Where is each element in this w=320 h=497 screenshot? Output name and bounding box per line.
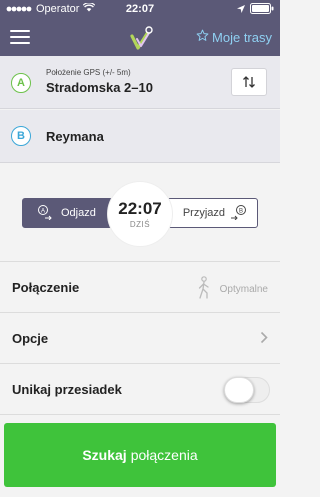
swap-arrows-icon [243,76,255,88]
chevron-right-icon [260,331,268,349]
departure-label: Odjazd [61,207,96,219]
arrival-label: Przyjazd [182,207,225,219]
walking-person-icon [196,276,212,303]
status-right [237,3,274,17]
start-location-row[interactable]: A Położenie GPS (+/- 5m) Stradomska 2–10 [0,56,280,109]
search-button-bold: Szukaj [82,447,127,463]
avoid-transfers-row: Unikaj przesiadek [0,365,280,415]
arrival-icon: B [231,204,247,223]
destination-row[interactable]: B Reymana [0,110,280,163]
search-connection-button[interactable]: Szukaj połączenia [4,423,276,487]
marker-b-icon: B [11,126,31,146]
connection-value-group: Optymalne [196,276,268,303]
menu-icon[interactable] [10,30,30,46]
options-row[interactable]: Opcje [0,314,280,364]
selected-day: DZIŚ [129,220,151,229]
swap-locations-button[interactable] [231,68,267,96]
time-picker-button[interactable]: 22:07 DZIŚ [108,182,172,246]
connection-value: Optymalne [219,284,268,295]
departure-icon: A [37,204,53,223]
app-logo-icon [128,24,154,52]
selected-time: 22:07 [118,199,162,218]
search-button-rest: połączenia [130,447,198,463]
gps-accuracy-hint: Położenie GPS (+/- 5m) [46,68,131,77]
connection-type-row[interactable]: Połączenie Optymalne [0,263,280,313]
options-label: Opcje [12,331,49,346]
status-bar: Operator 22:07 [0,0,280,20]
my-routes-button[interactable]: Moje trasy [196,29,272,45]
avoid-transfers-toggle[interactable] [224,377,254,403]
battery-icon [250,3,274,17]
marker-a-icon: A [11,73,31,93]
destination-address: Reymana [46,129,104,144]
svg-text:B: B [239,208,243,214]
time-selector: A Odjazd Przyjazd B 22:07 DZIŚ [0,164,280,262]
star-icon [196,29,209,45]
nav-bar: Moje trasy [0,20,280,56]
start-address: Stradomska 2–10 [46,80,153,95]
connection-label: Połączenie [12,280,80,295]
svg-text:A: A [41,208,45,214]
location-arrow-icon [237,4,245,16]
avoid-transfers-label: Unikaj przesiadek [12,382,122,397]
my-routes-label: Moje trasy [212,29,272,45]
